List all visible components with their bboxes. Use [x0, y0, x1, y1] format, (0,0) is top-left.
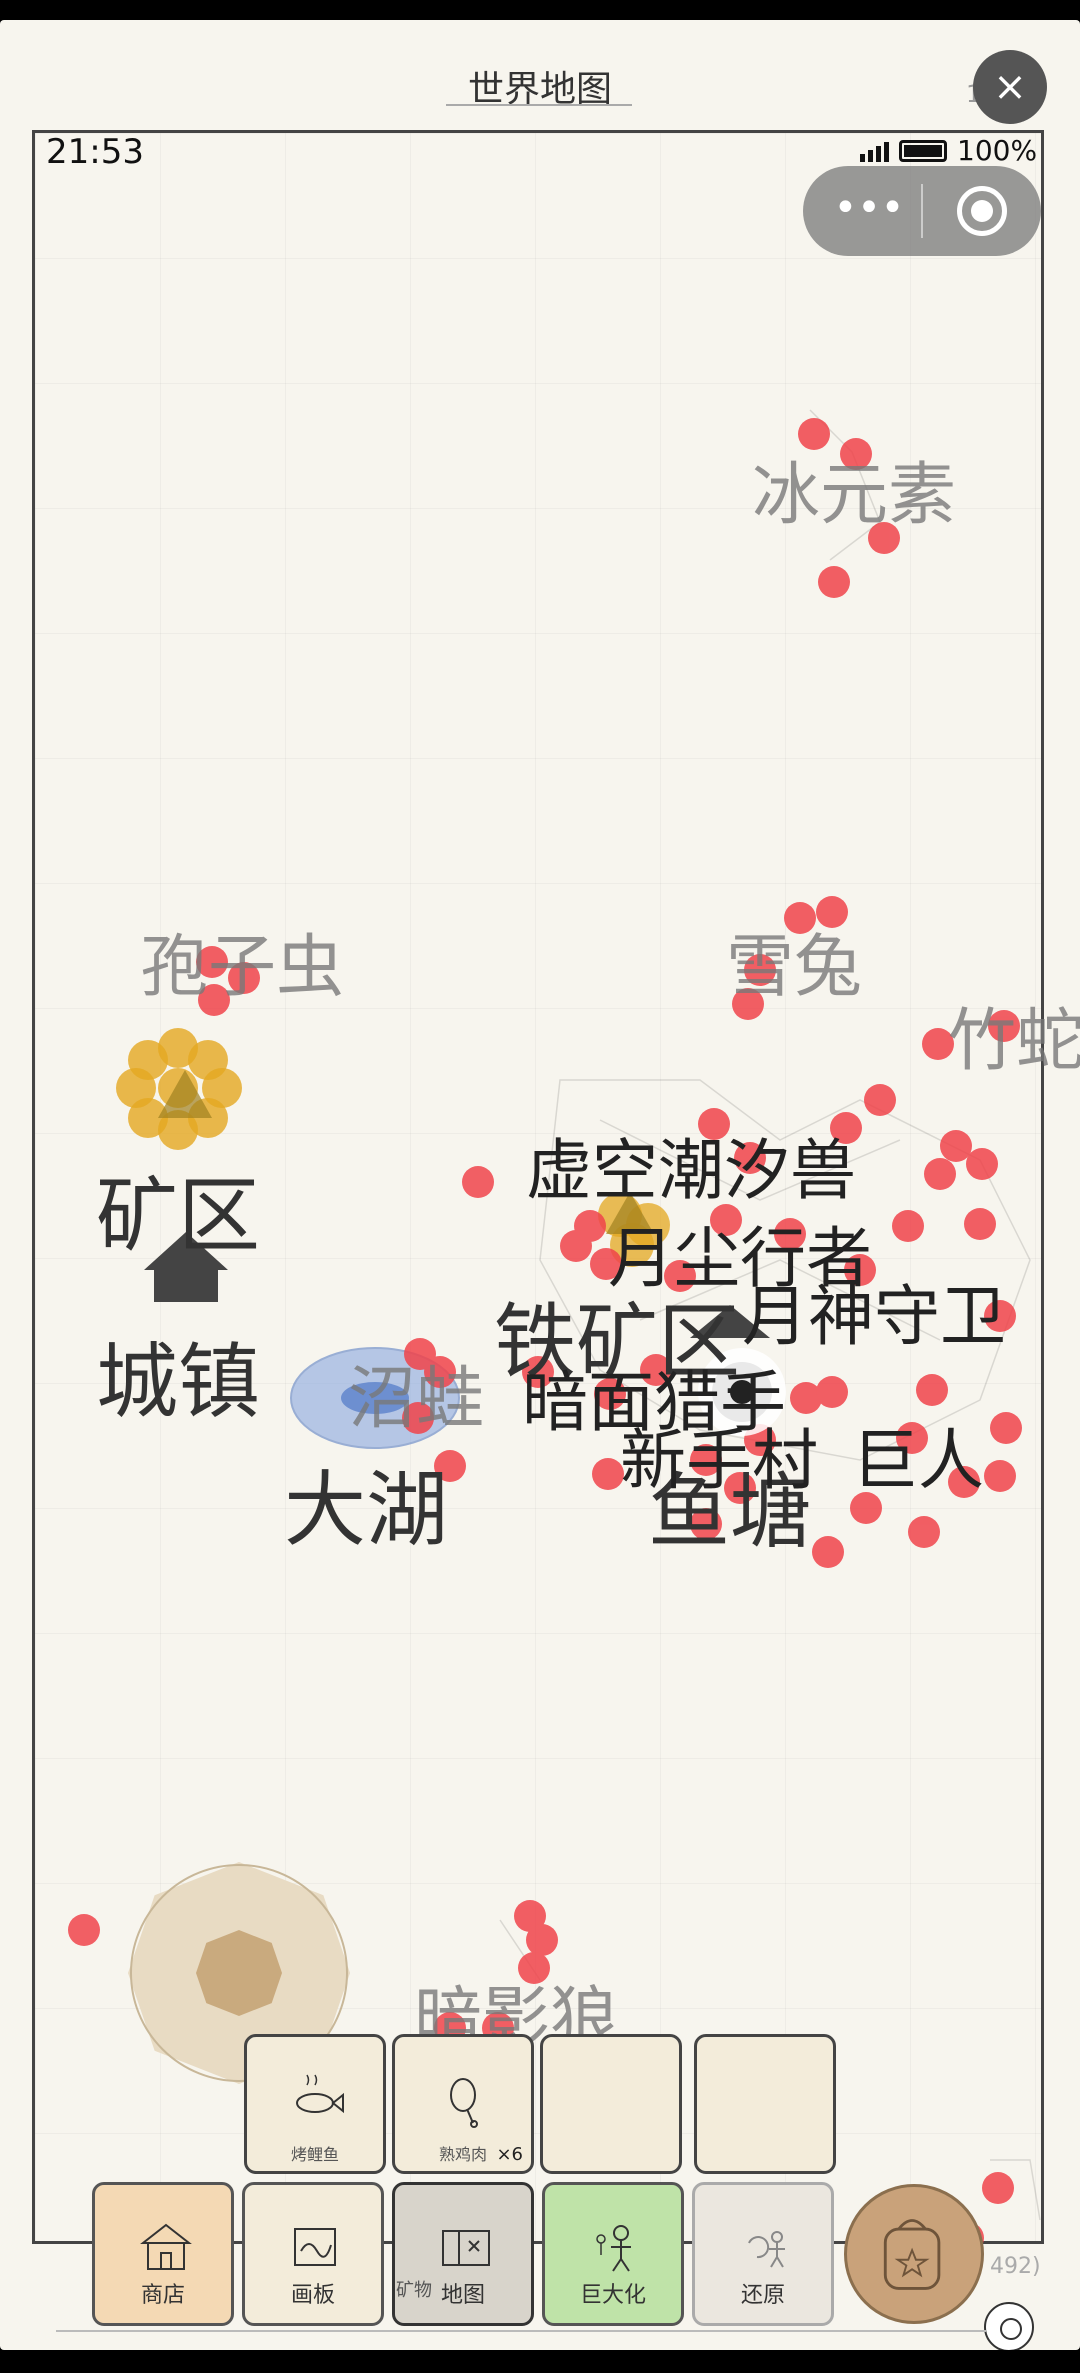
status-time: 21:53	[46, 132, 144, 172]
void-tide-beast-label: 虚空潮汐兽	[526, 1132, 856, 1209]
board-button[interactable]: 画板	[242, 2182, 384, 2326]
town-label: 城镇	[96, 1335, 261, 1430]
spore-resource-cluster[interactable]	[116, 1028, 242, 1150]
cooked-chicken-icon	[450, 2078, 478, 2128]
moon-god-guard-label: 月神守卫	[742, 1278, 1006, 1355]
shop-button[interactable]: 商店	[92, 2182, 234, 2326]
giant-button[interactable]: 巨大化	[542, 2182, 684, 2326]
shop-label: 商店	[140, 2283, 185, 2308]
mini-program-capsule: •••	[803, 166, 1041, 256]
bottom-divider	[56, 2330, 986, 2332]
locate-button[interactable]	[984, 2302, 1034, 2350]
giant-button-label: 巨大化	[579, 2283, 646, 2308]
board-label: 画板	[290, 2283, 335, 2308]
restore-label: 还原	[740, 2283, 785, 2308]
lake-label: 大湖	[284, 1463, 449, 1558]
status-indicators: 100%	[860, 134, 1037, 167]
shop-icon	[140, 2223, 192, 2270]
swamp-frog-label: 沼蛙	[348, 1360, 485, 1439]
giant-label: 巨人	[852, 1422, 984, 1499]
game-screen: 世界地图 1821 ×	[0, 20, 1080, 2350]
restore-button[interactable]: 还原	[692, 2182, 834, 2326]
giant-figure-icon	[596, 2225, 631, 2272]
mine-label: 矿区	[96, 1169, 261, 1264]
ice-element-label: 冰元素	[752, 456, 957, 535]
more-icon[interactable]: •••	[833, 186, 905, 236]
restore-icon	[748, 2231, 785, 2268]
exit-target-icon[interactable]	[957, 186, 1007, 236]
new-village-label: 新手村	[620, 1422, 818, 1499]
backpack-button[interactable]	[844, 2184, 984, 2324]
item-slot-1[interactable]: 烤鲤鱼	[244, 2034, 386, 2174]
map-button[interactable]: 地图	[392, 2182, 534, 2326]
mineral-tag: 矿物	[396, 2280, 432, 2301]
battery-icon	[899, 139, 947, 162]
drawing-board-icon	[294, 2228, 336, 2266]
signal-icon	[860, 140, 889, 162]
item-slot-1-label: 烤鲤鱼	[290, 2145, 339, 2164]
item-slot-2[interactable]: 熟鸡肉 ×6	[392, 2034, 534, 2174]
item-slot-2-count: ×6	[496, 2144, 523, 2165]
map-icon	[442, 2230, 490, 2266]
battery-percent: 100%	[957, 134, 1038, 167]
grilled-fish-icon	[296, 2074, 344, 2114]
item-slot-3[interactable]	[540, 2034, 682, 2174]
spore-bug-label: 孢子虫	[140, 928, 345, 1007]
backpack-icon	[883, 2219, 941, 2290]
snow-rabbit-label: 雪兔	[726, 928, 863, 1007]
item-slot-4[interactable]	[694, 2034, 836, 2174]
joystick-knob[interactable]	[196, 1930, 282, 2016]
coords-readout: 492)	[990, 2254, 1041, 2279]
bamboo-label: 竹蛇	[948, 1002, 1080, 1081]
capsule-divider	[921, 184, 923, 238]
